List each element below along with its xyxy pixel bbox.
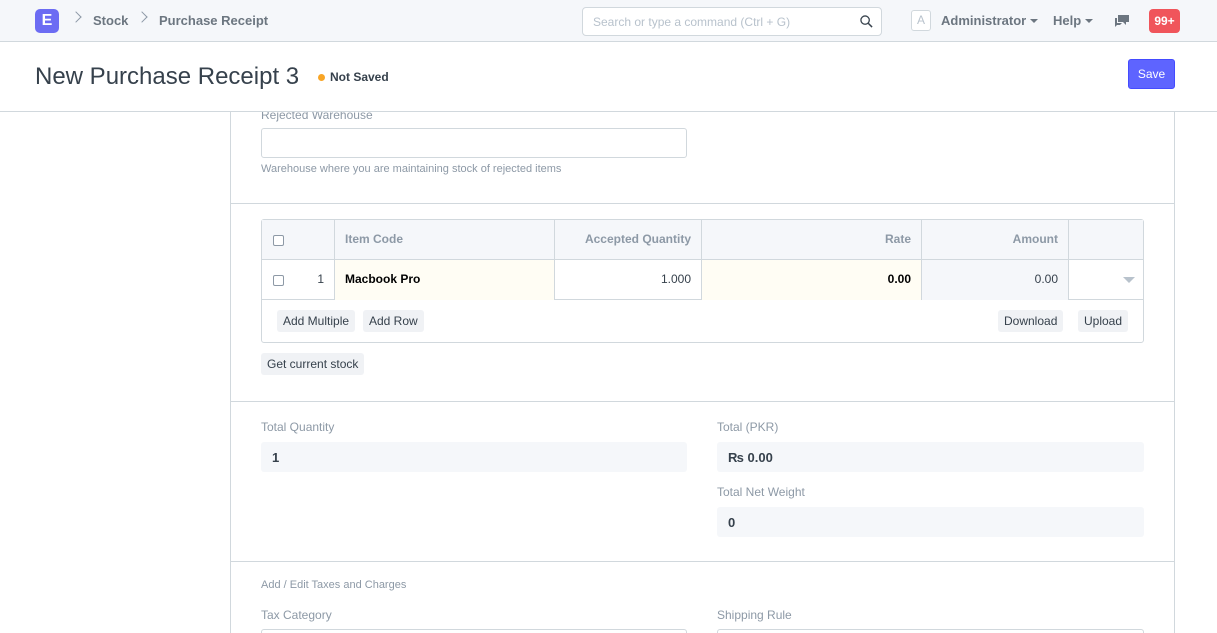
get-current-stock-button[interactable]: Get current stock: [261, 353, 365, 375]
chat-icon[interactable]: [1114, 14, 1130, 28]
add-row-button[interactable]: Add Row: [363, 310, 424, 332]
total-quantity-value: 1: [261, 442, 687, 472]
page-title: New Purchase Receipt 3: [35, 63, 300, 90]
status-dot-icon: [318, 74, 325, 81]
row-index-cell: 1: [262, 260, 335, 300]
shipping-rule-field[interactable]: [717, 629, 1144, 633]
total-net-weight-value: 0: [717, 507, 1144, 537]
row-actions-cell: [1069, 260, 1143, 300]
rejected-warehouse-help: Warehouse where you are maintaining stoc…: [261, 163, 562, 175]
form-body: Rejected Warehouse Warehouse where you a…: [230, 112, 1175, 633]
breadcrumb-stock[interactable]: Stock: [93, 13, 128, 28]
col-accepted-quantity: Accepted Quantity: [555, 220, 702, 260]
grid-header: Item Code Accepted Quantity Rate Amount: [262, 220, 1143, 260]
download-button[interactable]: Download: [998, 310, 1064, 332]
select-all-checkbox[interactable]: [273, 235, 284, 246]
search-icon: [860, 15, 873, 28]
save-button[interactable]: Save: [1128, 59, 1175, 89]
user-menu-label: Administrator: [941, 13, 1027, 28]
items-grid: Item Code Accepted Quantity Rate Amount …: [261, 219, 1144, 343]
chevron-right-icon: [136, 11, 148, 23]
avatar[interactable]: A: [911, 10, 931, 31]
page-head: New Purchase Receipt 3 Not Saved Save: [0, 42, 1217, 112]
help-menu[interactable]: Help: [1053, 13, 1094, 28]
upload-button[interactable]: Upload: [1078, 310, 1129, 332]
taxes-section: Add / Edit Taxes and Charges Tax Categor…: [231, 562, 1174, 633]
items-section: Item Code Accepted Quantity Rate Amount …: [231, 204, 1174, 402]
chevron-right-icon: [70, 11, 82, 23]
tax-category-field[interactable]: [261, 629, 687, 633]
taxes-section-title[interactable]: Add / Edit Taxes and Charges: [261, 579, 406, 591]
search-input[interactable]: Search or type a command (Ctrl + G): [582, 7, 882, 36]
totals-section: Total Quantity 1 Total (PKR) ₨ 0.00 Tota…: [231, 402, 1174, 562]
total-net-weight-label: Total Net Weight: [717, 485, 805, 499]
caret-down-icon: [1030, 19, 1039, 23]
col-item-code: Item Code: [335, 220, 555, 260]
cell-rate[interactable]: 0.00: [702, 260, 922, 300]
rejected-warehouse-label: Rejected Warehouse: [261, 112, 373, 122]
row-checkbox[interactable]: [273, 275, 284, 286]
total-value: ₨ 0.00: [717, 442, 1144, 472]
total-quantity-label: Total Quantity: [261, 420, 335, 434]
notifications-badge[interactable]: 99+: [1149, 9, 1180, 33]
app-logo[interactable]: E: [35, 9, 59, 33]
user-menu[interactable]: Administrator: [941, 13, 1039, 28]
warehouse-section: Rejected Warehouse Warehouse where you a…: [231, 112, 1174, 204]
grid-header-check-cell: [262, 220, 335, 260]
cell-accepted-quantity[interactable]: 1.000: [555, 260, 702, 300]
table-row[interactable]: 1 Macbook Pro 1.000 0.00 0.00: [262, 260, 1143, 300]
col-rate: Rate: [702, 220, 922, 260]
row-index: 1: [317, 272, 324, 286]
shipping-rule-label: Shipping Rule: [717, 608, 792, 622]
caret-down-icon: [1085, 19, 1094, 23]
search-placeholder: Search or type a command (Ctrl + G): [593, 15, 791, 29]
status-indicator: Not Saved: [330, 70, 389, 84]
add-multiple-button[interactable]: Add Multiple: [277, 310, 356, 332]
rejected-warehouse-field[interactable]: [261, 128, 687, 158]
total-label: Total (PKR): [717, 420, 779, 434]
breadcrumb-purchase-receipt[interactable]: Purchase Receipt: [159, 13, 268, 28]
col-amount: Amount: [922, 220, 1069, 260]
cell-amount: 0.00: [922, 260, 1069, 300]
cell-item-code[interactable]: Macbook Pro: [335, 260, 555, 300]
navbar: E Stock Purchase Receipt Search or type …: [0, 0, 1217, 42]
tax-category-label: Tax Category: [261, 608, 332, 622]
help-menu-label: Help: [1053, 13, 1082, 28]
col-actions: [1069, 220, 1143, 260]
caret-down-icon[interactable]: [1123, 277, 1135, 283]
